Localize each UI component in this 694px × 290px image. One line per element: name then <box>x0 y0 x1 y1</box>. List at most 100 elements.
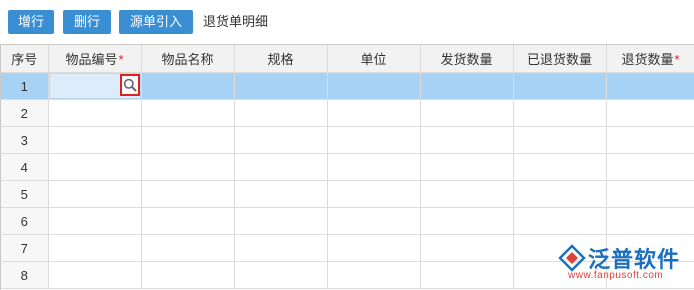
table-cell[interactable] <box>606 126 694 154</box>
table-cell[interactable] <box>234 261 328 289</box>
table-cell[interactable] <box>420 207 514 235</box>
column-header-label: 已退货数量 <box>526 52 592 67</box>
table-cell[interactable] <box>48 234 142 262</box>
source-import-button[interactable]: 源单引入 <box>119 10 193 34</box>
table-cell[interactable] <box>141 207 235 235</box>
column-header-item-code[interactable]: 物品编号* <box>48 45 142 73</box>
table-cell[interactable] <box>606 207 694 235</box>
table-cell[interactable] <box>606 153 694 181</box>
column-header-item-name[interactable]: 物品名称 <box>141 45 235 73</box>
detail-grid: 序号 物品编号* 物品名称 规格 单位 发货数量 已退货数量 退货数量* 1 2… <box>0 44 694 290</box>
table-cell[interactable] <box>513 207 607 235</box>
table-cell[interactable] <box>48 207 142 235</box>
table-row[interactable]: 3 <box>1 126 694 154</box>
table-cell[interactable] <box>141 234 235 262</box>
table-cell[interactable] <box>141 180 235 208</box>
add-row-button[interactable]: 增行 <box>8 10 54 34</box>
table-cell[interactable] <box>141 261 235 289</box>
table-row[interactable]: 2 <box>1 99 694 127</box>
row-number: 8 <box>1 261 49 289</box>
table-cell[interactable] <box>327 207 421 235</box>
table-cell[interactable] <box>327 234 421 262</box>
table-cell[interactable] <box>513 72 607 100</box>
column-header-return-qty[interactable]: 退货数量* <box>606 45 694 73</box>
required-mark: * <box>674 52 680 67</box>
table-cell[interactable] <box>234 72 328 100</box>
table-cell[interactable] <box>420 99 514 127</box>
column-header-label: 退货数量 <box>621 52 674 67</box>
table-cell[interactable] <box>420 126 514 154</box>
table-cell[interactable] <box>606 180 694 208</box>
table-row[interactable]: 5 <box>1 180 694 208</box>
table-cell[interactable] <box>513 99 607 127</box>
table-cell[interactable] <box>606 72 694 100</box>
column-header-unit[interactable]: 单位 <box>327 45 421 73</box>
table-cell[interactable] <box>48 99 142 127</box>
table-cell[interactable] <box>420 261 514 289</box>
row-number: 6 <box>1 207 49 235</box>
table-cell[interactable] <box>420 234 514 262</box>
column-header-spec[interactable]: 规格 <box>234 45 328 73</box>
table-cell[interactable] <box>48 153 142 181</box>
table-cell[interactable] <box>513 261 607 289</box>
table-cell[interactable] <box>234 99 328 127</box>
column-header-index[interactable]: 序号 <box>1 45 49 73</box>
column-header-label: 物品名称 <box>161 52 214 67</box>
table-cell[interactable] <box>606 99 694 127</box>
table-cell[interactable] <box>48 126 142 154</box>
column-header-returned-qty[interactable]: 已退货数量 <box>513 45 607 73</box>
table-cell[interactable] <box>420 153 514 181</box>
row-number: 3 <box>1 126 49 154</box>
table-cell[interactable] <box>234 180 328 208</box>
item-code-cell[interactable] <box>48 72 142 100</box>
table-row[interactable]: 6 <box>1 207 694 235</box>
column-header-shipped-qty[interactable]: 发货数量 <box>420 45 514 73</box>
table-cell[interactable] <box>327 126 421 154</box>
detail-table: 序号 物品编号* 物品名称 规格 单位 发货数量 已退货数量 退货数量* 1 2… <box>1 45 694 289</box>
table-row[interactable]: 1 <box>1 72 694 100</box>
table-cell[interactable] <box>327 180 421 208</box>
table-cell[interactable] <box>48 261 142 289</box>
table-cell[interactable] <box>327 99 421 127</box>
table-cell[interactable] <box>420 180 514 208</box>
table-cell[interactable] <box>513 153 607 181</box>
column-header-label: 规格 <box>267 52 294 67</box>
table-cell[interactable] <box>327 261 421 289</box>
table-row[interactable]: 8 <box>1 261 694 289</box>
search-icon <box>123 78 136 92</box>
row-number: 5 <box>1 180 49 208</box>
table-cell[interactable] <box>141 126 235 154</box>
table-cell[interactable] <box>234 207 328 235</box>
table-cell[interactable] <box>606 261 694 289</box>
section-title: 退货单明细 <box>203 14 269 29</box>
table-cell[interactable] <box>606 234 694 262</box>
column-header-label: 序号 <box>11 52 38 67</box>
table-cell[interactable] <box>48 180 142 208</box>
required-mark: * <box>118 52 124 67</box>
table-cell[interactable] <box>234 126 328 154</box>
table-cell[interactable] <box>141 72 235 100</box>
item-lookup-button[interactable] <box>119 74 140 96</box>
table-cell[interactable] <box>234 153 328 181</box>
toolbar: 增行 删行 源单引入 退货单明细 <box>0 0 694 44</box>
table-row[interactable]: 7 <box>1 234 694 262</box>
table-cell[interactable] <box>141 153 235 181</box>
row-number: 2 <box>1 99 49 127</box>
table-cell[interactable] <box>420 72 514 100</box>
table-cell[interactable] <box>513 126 607 154</box>
row-number: 4 <box>1 153 49 181</box>
column-header-label: 物品编号 <box>65 52 118 67</box>
table-cell[interactable] <box>327 153 421 181</box>
table-cell[interactable] <box>513 234 607 262</box>
table-cell[interactable] <box>234 234 328 262</box>
column-header-label: 发货数量 <box>440 52 493 67</box>
column-header-label: 单位 <box>360 52 387 67</box>
table-cell[interactable] <box>141 99 235 127</box>
row-number: 7 <box>1 234 49 262</box>
row-number: 1 <box>1 72 49 100</box>
table-row[interactable]: 4 <box>1 153 694 181</box>
delete-row-button[interactable]: 删行 <box>63 10 111 34</box>
table-cell[interactable] <box>327 72 421 100</box>
header-row: 序号 物品编号* 物品名称 规格 单位 发货数量 已退货数量 退货数量* <box>1 45 694 73</box>
table-cell[interactable] <box>513 180 607 208</box>
